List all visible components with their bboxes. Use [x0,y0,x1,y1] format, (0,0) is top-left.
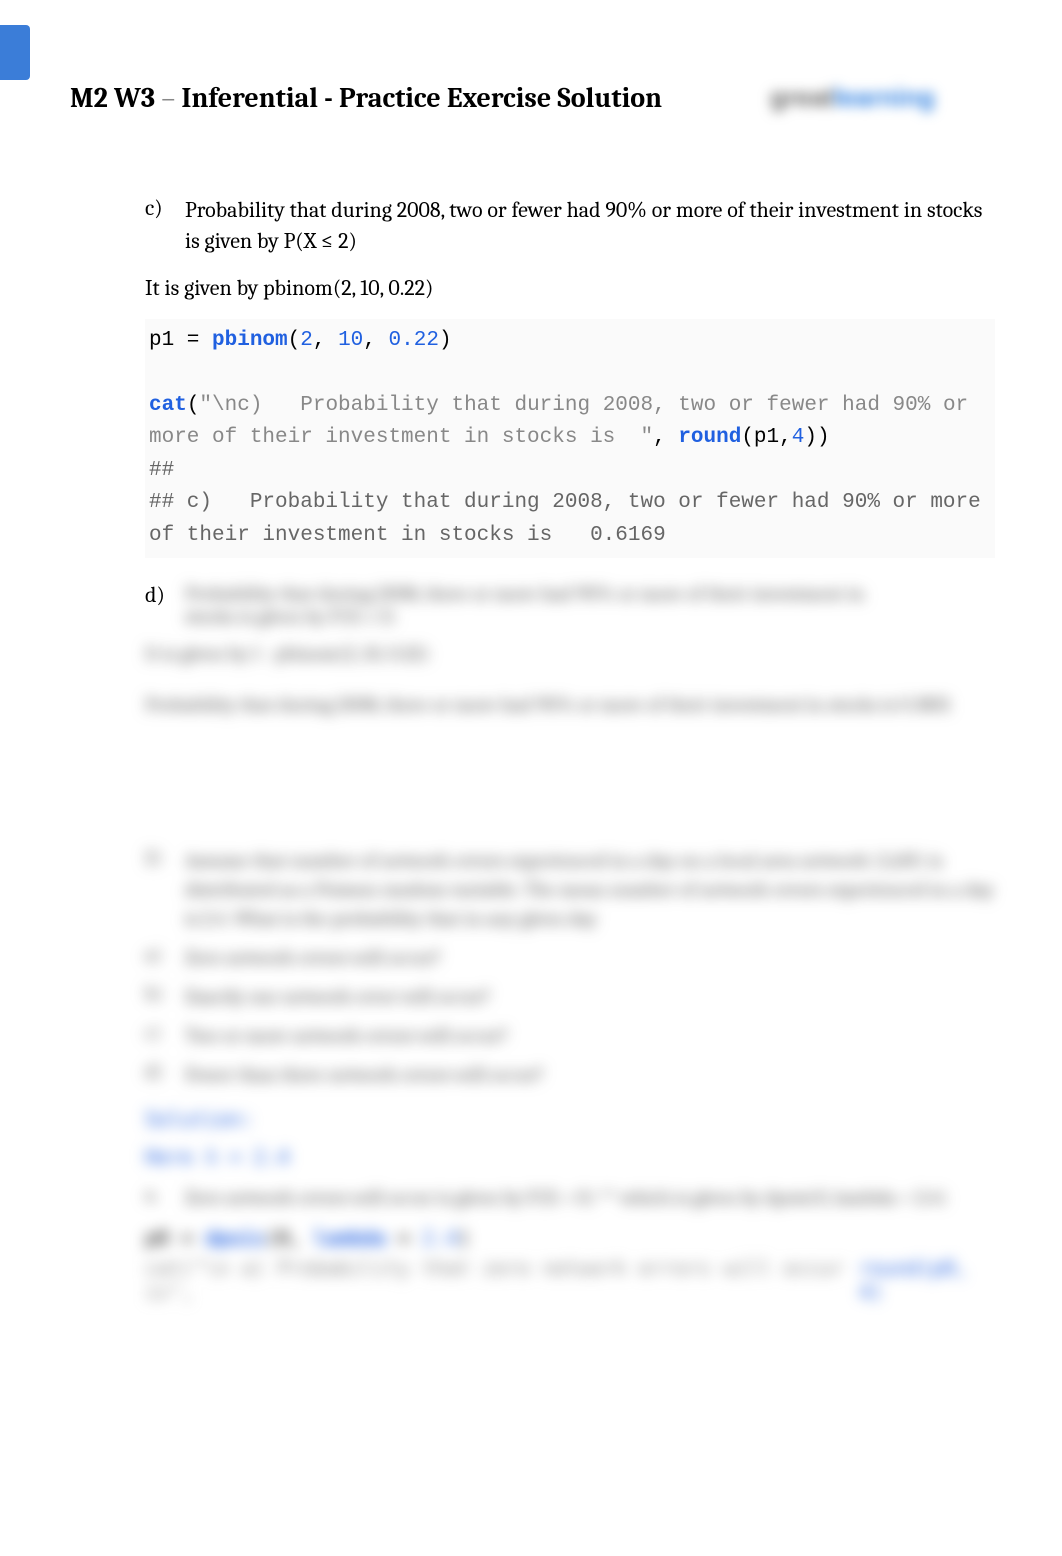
code-round-n: 4 [792,426,805,449]
code-func-cat: cat [149,394,187,417]
page-title: M2 W3 – Inferential - Practice Exercise … [70,82,662,114]
blur-qd-body: Fewer than three network errors will occ… [185,1060,544,1089]
blur-solution: Solution: [145,1107,995,1131]
code-func-round: round [678,426,741,449]
blur-qa-body: Zero network errors will occur? [185,943,442,972]
blur-last-right: round(p0, 4) [859,1256,995,1304]
blur-code-lhs: p0 = [145,1226,205,1250]
main-content: c) Probability that during 2008, two or … [145,195,995,1304]
blurred-d-extra: It is given by 1 - pbinom(2, 10, 0.22) P… [145,642,995,716]
code-close: ) [439,329,452,352]
code-cat-comma: , [653,426,678,449]
blur-code-eq: = [386,1226,422,1250]
blur-code-close: ) [458,1226,470,1250]
blur-code-lambda: lambda [314,1226,386,1250]
text-c: Probability that during 2008, two or few… [185,195,995,257]
code-out-line: ## c) Probability that during 2008, two … [149,491,993,547]
blur-qa: a) Zero network errors will occur? [145,943,995,972]
blur-qc-body: Two or more network errors will occur? [185,1021,508,1050]
blur-last-left: cat("\n a) Probability that zero network… [145,1256,859,1304]
blur-qb-body: Exactly one network error will occur? [185,982,491,1011]
code-num-2: 2 [300,329,313,352]
question-d: d) Probability that during 2008, three o… [145,582,995,628]
code-comma: , [313,329,338,352]
blur-d-prob1: Probability that during 2008, three or m… [145,693,803,716]
blur-last-line: cat("\n a) Probability that zero network… [145,1256,995,1304]
question-c: c) Probability that during 2008, two or … [145,195,995,257]
code-num-10: 10 [338,329,363,352]
blur-q2: 2) Assume that number of network errors … [145,846,995,933]
blur-code-func: dpois [205,1226,265,1250]
blur-q2-body: Assume that number of network errors exp… [185,846,995,933]
page-header: M2 W3 – Inferential - Practice Exercise … [70,75,990,120]
blur-qd: d) Fewer than three network errors will … [145,1060,995,1089]
blur-d-prob2: in stocks is 0.3831 [807,693,951,716]
blur-qc: c) Two or more network errors will occur… [145,1021,995,1050]
blur-d-given: It is given by 1 - pbinom(2, 10, 0.22) [145,642,430,665]
logo-text-blue: learning [834,82,935,113]
blur-code-val: 2.4 [422,1226,458,1250]
title-prefix: M2 W3 [70,82,155,114]
blur-d-line1: Probability that during 2008, three or m… [185,582,864,605]
blur-here: Here λ = 2.4 [145,1145,995,1169]
blurred-d-body: Probability that during 2008, three or m… [185,582,995,628]
code-comma2: , [363,329,388,352]
code-round-open: (p1, [741,426,791,449]
side-tab [0,25,30,80]
code-out-hash: ## [149,459,187,482]
blur-code-line: p0 = dpois(0, lambda = 2.4) [145,1226,995,1250]
label-c: c) [145,195,185,257]
blur-ans-a-body: Zero network errors will occur is given … [185,1183,947,1212]
code-lhs: p1 = [149,329,212,352]
code-block-c: p1 = pbinom(2, 10, 0.22) cat("\nc) Proba… [145,319,995,559]
blur-qb: b) Exactly one network error will occur? [145,982,995,1011]
blur-ans-a: a. Zero network errors will occur is giv… [145,1183,995,1212]
code-func-pbinom: pbinom [212,329,288,352]
blurred-q2: 2) Assume that number of network errors … [145,846,995,1304]
title-suffix: Inferential - Practice Exercise Solution [181,82,662,114]
logo-text-grey: great [770,82,834,113]
code-round-close: )) [804,426,829,449]
code-string: "\nc) Probability that during 2008, two … [149,394,981,450]
code-open: ( [288,329,301,352]
code-cat-open: ( [187,394,200,417]
blur-q2-label: 2) [145,846,185,933]
label-d: d) [145,582,185,628]
blur-qb-label: b) [145,982,185,1011]
blur-ans-a-label: a. [145,1183,185,1212]
blur-qc-label: c) [145,1021,185,1050]
blur-d-line2: stocks is given by P(X ≥ 3) [185,605,396,628]
blur-code-open: (0, [265,1226,313,1250]
blur-qd-label: d) [145,1060,185,1089]
code-num-022: 0.22 [389,329,439,352]
title-dash: – [155,82,181,114]
brand-logo: greatlearning [770,75,990,120]
given-line-c: It is given by pbinom(2, 10, 0.22) [145,275,995,301]
blur-qa-label: a) [145,943,185,972]
